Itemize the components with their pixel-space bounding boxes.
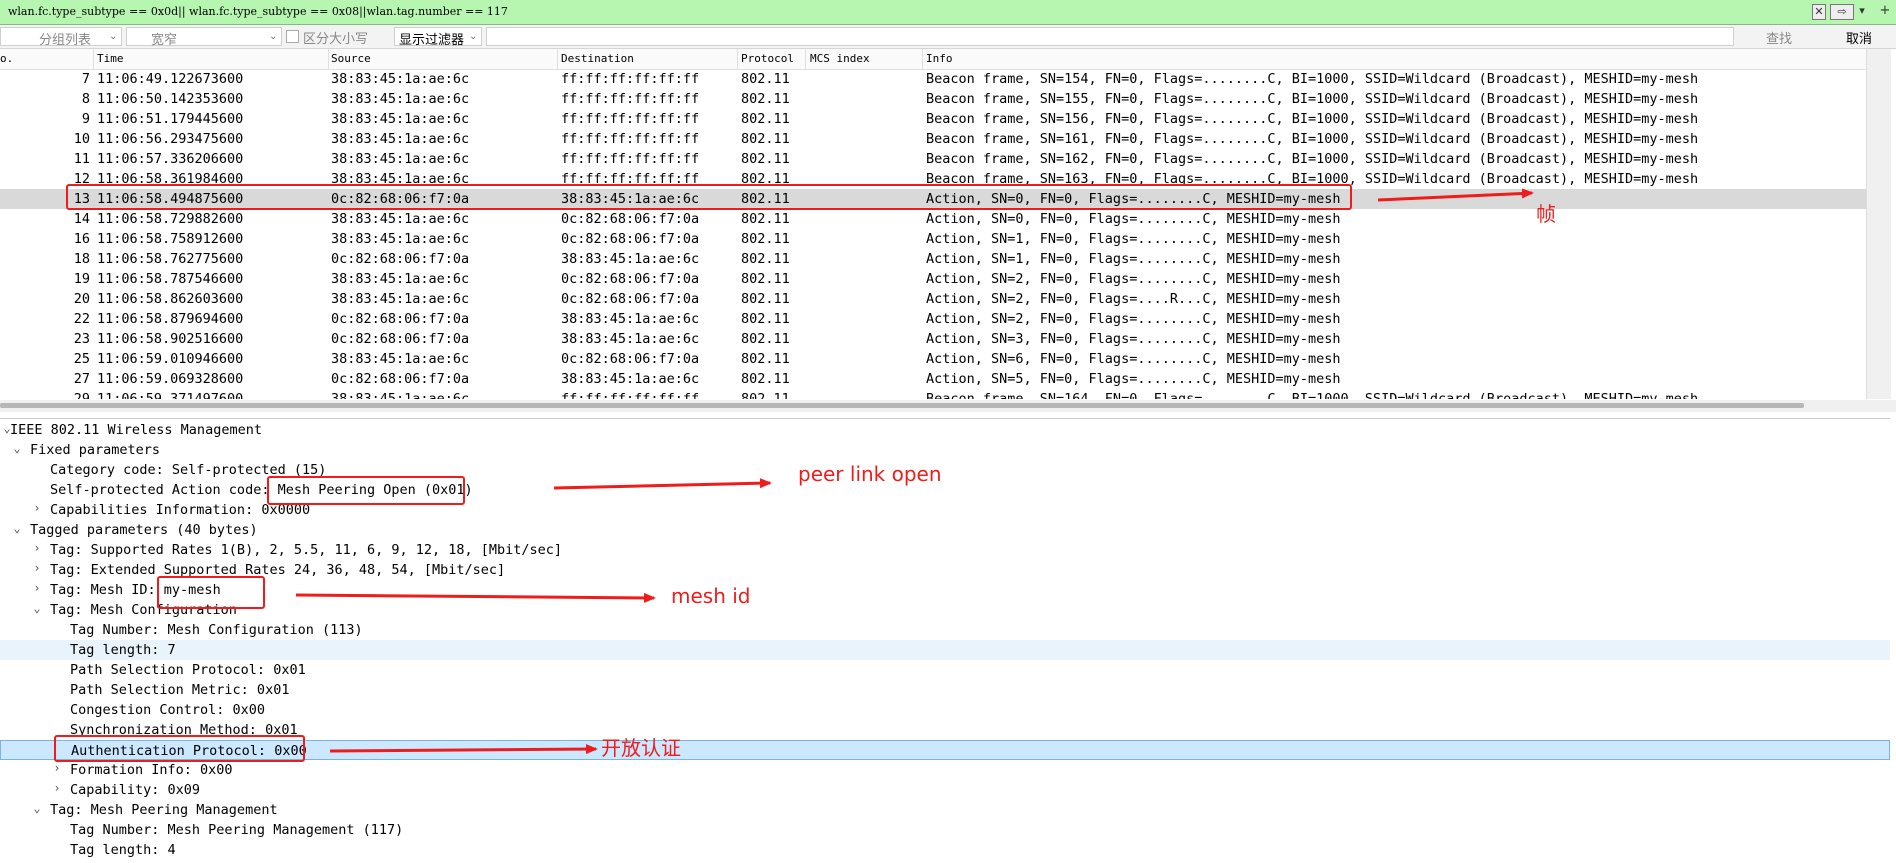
arrow-frame (1377, 188, 1534, 202)
arrow-peer-link-open (553, 478, 772, 490)
annotation-arrows (295, 188, 1534, 755)
arrow-open-auth (329, 744, 598, 755)
arrow-mesh-id (295, 592, 656, 603)
